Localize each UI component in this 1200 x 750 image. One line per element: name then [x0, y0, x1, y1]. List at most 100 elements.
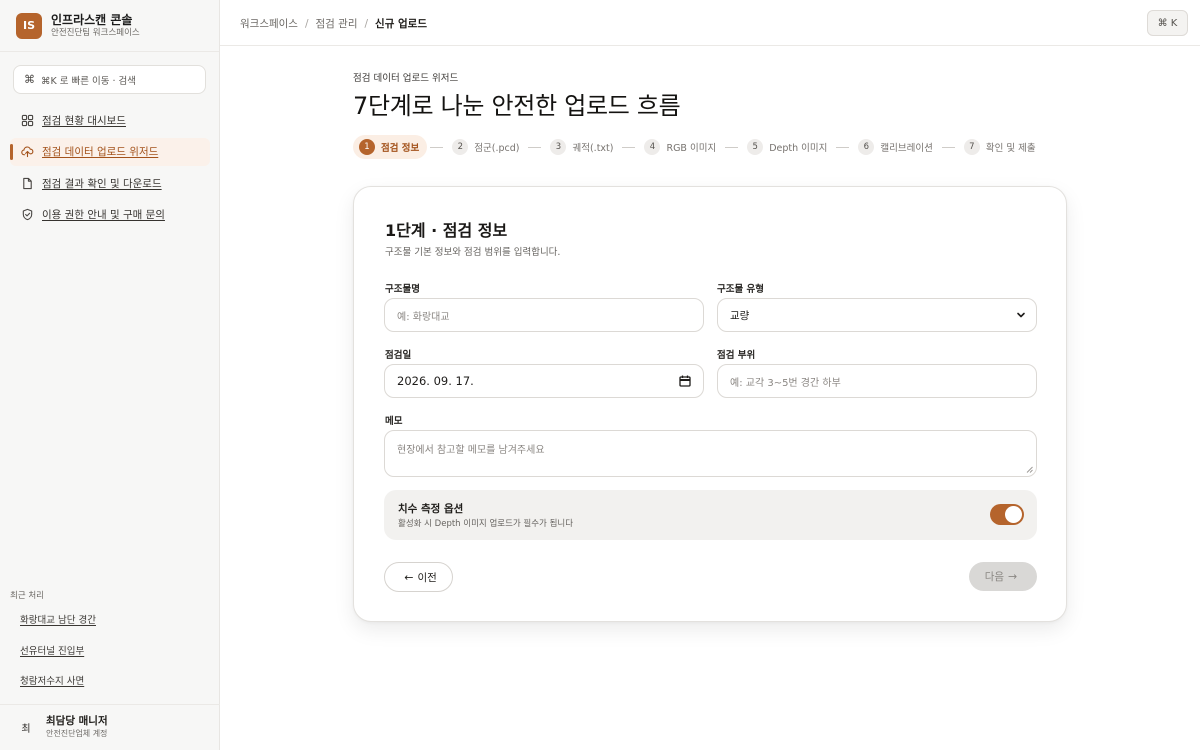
- step-label: 캘리브레이션: [880, 143, 933, 154]
- user-name: 최담당 매니저: [46, 715, 108, 727]
- step-number: 5: [747, 139, 764, 155]
- step-label: 확인 및 제출: [985, 143, 1036, 154]
- step-connector: [725, 146, 739, 148]
- step-number: 7: [963, 139, 980, 155]
- quick-search[interactable]: ⌘ ⌘K 로 빠른 이동 · 검색: [13, 65, 206, 94]
- structure-type-value: 교량: [730, 309, 750, 322]
- step-number: 4: [644, 139, 661, 155]
- step-7[interactable]: 7 확인 및 제출: [958, 135, 1042, 159]
- step-1[interactable]: 1 점검 정보: [353, 135, 428, 159]
- arrow-left-icon: ←: [404, 570, 414, 584]
- sidebar-item-label: 점검 현황 대시보드: [42, 114, 126, 127]
- recent-item[interactable]: 청람저수지 사면: [20, 673, 96, 704]
- step-label: 점군(.pcd): [474, 143, 520, 154]
- memo-placeholder: 현장에서 참고할 메모를 남겨주세요: [397, 445, 545, 456]
- shield-check-icon: [20, 208, 34, 222]
- command-icon: ⌘: [24, 73, 35, 86]
- user-profile[interactable]: 최 최담당 매니저 안전진단업체 계정: [0, 704, 220, 750]
- app-name: 인프라스캔 콘솔: [51, 12, 133, 27]
- step-connector: [430, 146, 444, 148]
- arrow-right-icon: →: [1008, 570, 1018, 583]
- measure-option-toggle[interactable]: [990, 504, 1024, 525]
- step-label: RGB 이미지: [666, 143, 717, 154]
- structure-type-select[interactable]: 교량: [717, 298, 1037, 332]
- breadcrumb-item-workspace[interactable]: 워크스페이스: [240, 16, 298, 31]
- next-button[interactable]: 다음 →: [969, 562, 1037, 591]
- quick-search-placeholder: ⌘K 로 빠른 이동 · 검색: [41, 75, 137, 87]
- sidebar-item-label: 점검 데이터 업로드 위저드: [42, 146, 159, 158]
- breadcrumb-separator: /: [304, 17, 309, 30]
- step-4[interactable]: 4 RGB 이미지: [638, 135, 722, 159]
- command-palette-button[interactable]: ⌘ K: [1147, 10, 1188, 36]
- sidebar: IS 인프라스캔 콘솔 안전진단팀 워크스페이스 ⌘ ⌘K 로 빠른 이동 · …: [0, 0, 220, 750]
- resize-handle-icon[interactable]: [1026, 466, 1033, 473]
- sidebar-item-upload-wizard[interactable]: 점검 데이터 업로드 위저드: [10, 137, 210, 166]
- step-connector: [941, 146, 955, 148]
- breadcrumb: 워크스페이스 / 점검 관리 / 신규 업로드: [240, 16, 427, 31]
- recent-section-title: 최근 처리: [10, 591, 44, 601]
- step-number: 2: [452, 139, 469, 155]
- structure-name-input[interactable]: 예: 화랑대교: [384, 298, 704, 332]
- avatar: 최: [21, 724, 31, 735]
- form-description: 구조물 기본 정보와 점검 범위를 입력합니다.: [385, 247, 561, 258]
- calendar-icon[interactable]: [679, 375, 691, 387]
- step-label: Depth 이미지: [769, 143, 828, 154]
- inspection-date-value: 2026. 09. 17.: [397, 374, 474, 388]
- prev-button-label: 이전: [417, 571, 437, 584]
- form-card: 1단계 · 점검 정보 구조물 기본 정보와 점검 범위를 입력합니다. 구조물…: [353, 186, 1067, 622]
- chevron-down-icon: [1017, 312, 1025, 318]
- prev-button[interactable]: ← 이전: [384, 562, 453, 592]
- memo-textarea[interactable]: 현장에서 참고할 메모를 남겨주세요: [384, 430, 1037, 477]
- inspection-area-placeholder: 예: 교각 3~5번 경간 하부: [730, 377, 841, 389]
- step-number: 6: [858, 139, 875, 155]
- page-title: 7단계로 나눈 안전한 업로드 흐름: [353, 92, 681, 120]
- step-2[interactable]: 2 점군(.pcd): [446, 135, 525, 159]
- brand-logo: IS: [16, 12, 42, 39]
- measure-option-title: 치수 측정 옵션: [398, 503, 464, 515]
- structure-name-label: 구조물명: [385, 284, 420, 295]
- inspection-date-label: 점검일: [385, 350, 412, 361]
- step-label: 궤적(.txt): [572, 143, 614, 154]
- stepper: 1 점검 정보 2 점군(.pcd) 3 궤적(.txt) 4 RGB 이미지 …: [353, 135, 1042, 159]
- page-eyebrow: 점검 데이터 업로드 위저드: [353, 73, 459, 84]
- upload-cloud-icon: [20, 145, 34, 159]
- structure-name-placeholder: 예: 화랑대교: [397, 311, 450, 323]
- sidebar-nav: 점검 현황 대시보드 점검 데이터 업로드 위저드 점검 결과 확인 및 다운로…: [10, 106, 210, 232]
- inspection-area-label: 점검 부위: [717, 350, 756, 361]
- memo-label: 메모: [385, 416, 403, 427]
- breadcrumb-separator: /: [364, 17, 369, 30]
- document-icon: [20, 176, 34, 190]
- breadcrumb-item-current: 신규 업로드: [375, 18, 428, 30]
- sidebar-item-label: 점검 결과 확인 및 다운로드: [42, 177, 162, 190]
- step-3[interactable]: 3 궤적(.txt): [544, 135, 619, 159]
- sidebar-item-results[interactable]: 점검 결과 확인 및 다운로드: [10, 169, 210, 197]
- step-number: 1: [359, 139, 375, 155]
- measure-option-row: 치수 측정 옵션 활성화 시 Depth 이미지 업로드가 필수가 됩니다: [384, 490, 1037, 540]
- form-title: 1단계 · 점검 정보: [385, 221, 508, 240]
- brand[interactable]: IS 인프라스캔 콘솔 안전진단팀 워크스페이스: [0, 0, 219, 52]
- sidebar-item-dashboard[interactable]: 점검 현황 대시보드: [10, 106, 210, 134]
- breadcrumb-item-inspection[interactable]: 점검 관리: [316, 16, 358, 31]
- recent-list: 화랑대교 남단 경간 선유터널 진입부 청람저수지 사면: [20, 612, 96, 704]
- step-connector: [622, 146, 636, 148]
- topbar: 워크스페이스 / 점검 관리 / 신규 업로드 ⌘ K: [220, 0, 1200, 46]
- step-label: 점검 정보: [381, 143, 420, 154]
- workspace-name: 안전진단팀 워크스페이스: [51, 27, 140, 38]
- measure-option-description: 활성화 시 Depth 이미지 업로드가 필수가 됩니다: [398, 519, 574, 529]
- recent-item[interactable]: 선유터널 진입부: [20, 643, 96, 674]
- inspection-date-input[interactable]: 2026. 09. 17.: [384, 364, 704, 398]
- step-5[interactable]: 5 Depth 이미지: [741, 135, 833, 159]
- step-connector: [528, 146, 542, 148]
- user-account: 안전진단업체 계정: [46, 729, 108, 738]
- sidebar-item-label: 이용 권한 안내 및 구매 문의: [42, 209, 165, 221]
- step-connector: [836, 146, 850, 148]
- inspection-area-input[interactable]: 예: 교각 3~5번 경간 하부: [717, 364, 1037, 398]
- sidebar-item-permissions[interactable]: 이용 권한 안내 및 구매 문의: [10, 201, 210, 229]
- recent-item[interactable]: 화랑대교 남단 경간: [20, 612, 96, 643]
- toggle-knob: [1005, 506, 1022, 523]
- step-6[interactable]: 6 캘리브레이션: [852, 135, 938, 159]
- grid-icon: [20, 113, 34, 127]
- step-number: 3: [550, 139, 567, 155]
- next-button-label: 다음: [984, 571, 1005, 583]
- structure-type-label: 구조물 유형: [717, 284, 765, 295]
